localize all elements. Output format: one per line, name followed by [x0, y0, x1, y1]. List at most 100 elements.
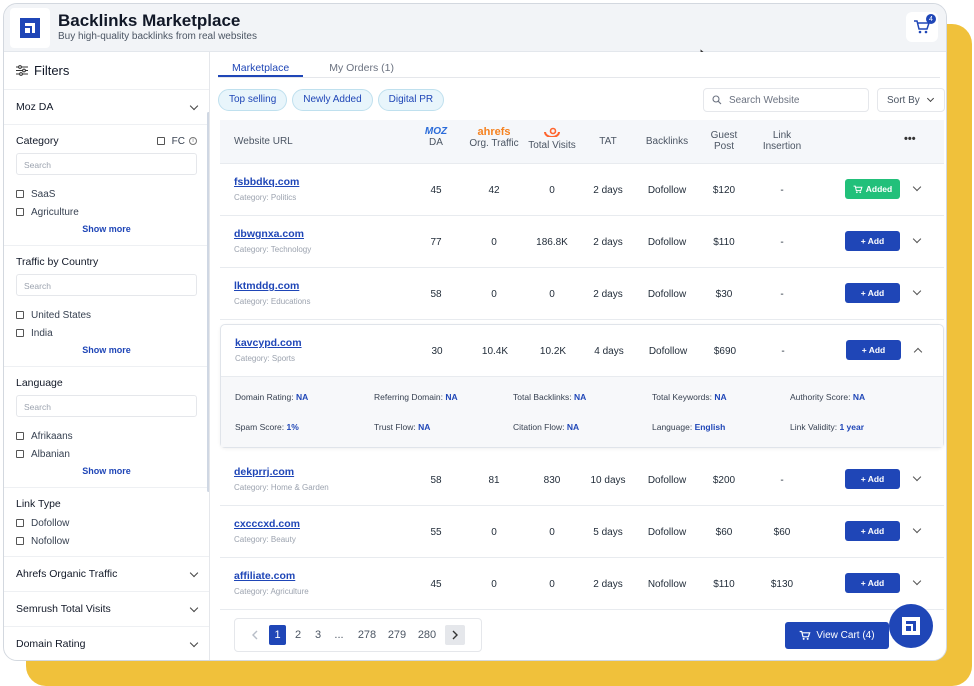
- filter-category-label: Category: [16, 135, 59, 147]
- country-option-india[interactable]: India: [16, 324, 197, 342]
- tab-marketplace[interactable]: Marketplace: [218, 52, 304, 77]
- expand-chevron-icon[interactable]: [912, 286, 922, 296]
- add-button[interactable]: + Add: [845, 573, 900, 593]
- filter-moz-da[interactable]: Moz DA: [4, 90, 209, 125]
- semrush-logo-icon: [544, 127, 560, 138]
- option-label: United States: [31, 309, 92, 321]
- detail-value: NA: [852, 392, 866, 402]
- col-tat[interactable]: TAT: [588, 136, 628, 147]
- country-search-input[interactable]: Search: [16, 274, 197, 296]
- detail-label: Language:: [652, 422, 693, 432]
- page-3-button[interactable]: 3: [308, 629, 328, 641]
- filter-ahrefs-traffic[interactable]: Ahrefs Organic Traffic: [4, 557, 209, 592]
- cell-backlinks: Dofollow: [647, 527, 687, 538]
- link-type-option-nofollow[interactable]: Nofollow: [16, 532, 197, 550]
- tab-my-orders[interactable]: My Orders (1): [315, 52, 408, 77]
- search-website-input[interactable]: Search Website: [703, 88, 869, 112]
- category-search-input[interactable]: Search: [16, 153, 197, 175]
- category-option-saas[interactable]: SaaS: [16, 185, 197, 203]
- view-cart-button[interactable]: View Cart (4): [785, 622, 889, 649]
- chip-newly-added[interactable]: Newly Added: [292, 89, 373, 111]
- col-guest-post[interactable]: Guest Post: [704, 130, 744, 152]
- add-button[interactable]: + Add: [845, 231, 900, 251]
- website-link[interactable]: fsbbdkq.com: [234, 176, 299, 188]
- page-280-button[interactable]: 280: [417, 629, 437, 641]
- cell-traffic: 10.4K: [481, 346, 509, 357]
- option-label: Albanian: [31, 448, 70, 460]
- category-show-more-link[interactable]: Show more: [16, 221, 197, 237]
- checkbox[interactable]: [16, 537, 24, 545]
- expand-chevron-icon[interactable]: [912, 234, 922, 244]
- expand-chevron-icon[interactable]: [912, 576, 922, 586]
- detail-total-backlinks: Total Backlinks: NA: [513, 392, 586, 402]
- option-label: India: [31, 327, 53, 339]
- more-options-icon[interactable]: •••: [904, 133, 916, 145]
- col-link-insertion[interactable]: Link Insertion: [758, 130, 806, 152]
- cart-button[interactable]: 4: [906, 12, 938, 42]
- add-button[interactable]: + Add: [845, 521, 900, 541]
- expand-chevron-icon[interactable]: [912, 524, 922, 534]
- collapse-chevron-icon[interactable]: [913, 347, 923, 357]
- chevron-right-icon: [452, 630, 458, 640]
- logo-mark-icon: [902, 617, 920, 635]
- fc-label: FC: [171, 135, 185, 147]
- checkbox[interactable]: [16, 208, 24, 216]
- checkbox[interactable]: [16, 311, 24, 319]
- col-website-url[interactable]: Website URL: [234, 136, 293, 147]
- prev-page-button[interactable]: [245, 625, 265, 645]
- col-backlinks[interactable]: Backlinks: [642, 136, 692, 147]
- expand-chevron-icon[interactable]: [912, 182, 922, 192]
- page-2-button[interactable]: 2: [288, 629, 308, 641]
- col-org-traffic[interactable]: ahrefs Org. Traffic: [466, 126, 522, 149]
- col-guest-label-2: Post: [713, 141, 734, 152]
- page-1-button[interactable]: 1: [269, 625, 286, 645]
- website-link[interactable]: dbwgnxa.com: [234, 228, 304, 240]
- language-option-albanian[interactable]: Albanian: [16, 445, 197, 463]
- chip-top-selling[interactable]: Top selling: [218, 89, 288, 111]
- fc-checkbox[interactable]: [156, 137, 165, 145]
- add-button[interactable]: + Add: [845, 469, 900, 489]
- added-button[interactable]: Added: [845, 179, 900, 199]
- website-link[interactable]: kavcypd.com: [235, 337, 302, 349]
- col-total-visits[interactable]: Total Visits: [524, 126, 580, 151]
- language-search-input[interactable]: Search: [16, 395, 197, 417]
- website-link[interactable]: cxcccxd.com: [234, 518, 300, 530]
- sort-by-dropdown[interactable]: Sort By: [877, 88, 945, 112]
- option-label: SaaS: [31, 188, 56, 200]
- filter-semrush-visits[interactable]: Semrush Total Visits: [4, 592, 209, 627]
- website-link[interactable]: affiliate.com: [234, 570, 295, 582]
- checkbox[interactable]: [16, 329, 24, 337]
- chip-digital-pr[interactable]: Digital PR: [377, 89, 445, 111]
- filter-category: Category FC i Search SaaS Agriculture Sh…: [4, 125, 209, 246]
- filter-domain-rating[interactable]: Domain Rating: [4, 627, 209, 660]
- fc-toggle[interactable]: FC i: [156, 135, 197, 147]
- website-link[interactable]: lktmddg.com: [234, 280, 299, 292]
- search-placeholder: Search Website: [729, 94, 800, 106]
- language-option-afrikaans[interactable]: Afrikaans: [16, 427, 197, 445]
- cell-traffic: 0: [491, 237, 497, 248]
- link-type-option-dofollow[interactable]: Dofollow: [16, 514, 197, 532]
- expand-chevron-icon[interactable]: [912, 472, 922, 482]
- checkbox[interactable]: [16, 190, 24, 198]
- detail-label: Total Backlinks:: [513, 392, 572, 402]
- brand-logo[interactable]: [10, 8, 50, 48]
- checkbox[interactable]: [16, 450, 24, 458]
- website-link[interactable]: dekprrj.com: [234, 466, 294, 478]
- category-option-agriculture[interactable]: Agriculture: [16, 203, 197, 221]
- cell-guest-post: $120: [712, 185, 736, 196]
- col-da[interactable]: MOZ DA: [416, 126, 456, 148]
- info-icon[interactable]: i: [189, 137, 197, 145]
- page-278-button[interactable]: 278: [357, 629, 377, 641]
- checkbox[interactable]: [16, 519, 24, 527]
- chat-support-button[interactable]: [889, 604, 933, 648]
- detail-citation-flow: Citation Flow: NA: [513, 422, 579, 432]
- country-show-more-link[interactable]: Show more: [16, 342, 197, 358]
- add-button[interactable]: + Add: [846, 340, 901, 360]
- language-show-more-link[interactable]: Show more: [16, 463, 197, 479]
- moz-logo-icon: MOZ: [424, 126, 448, 137]
- next-page-button[interactable]: [445, 625, 465, 645]
- country-option-us[interactable]: United States: [16, 306, 197, 324]
- add-button[interactable]: + Add: [845, 283, 900, 303]
- page-279-button[interactable]: 279: [387, 629, 407, 641]
- checkbox[interactable]: [16, 432, 24, 440]
